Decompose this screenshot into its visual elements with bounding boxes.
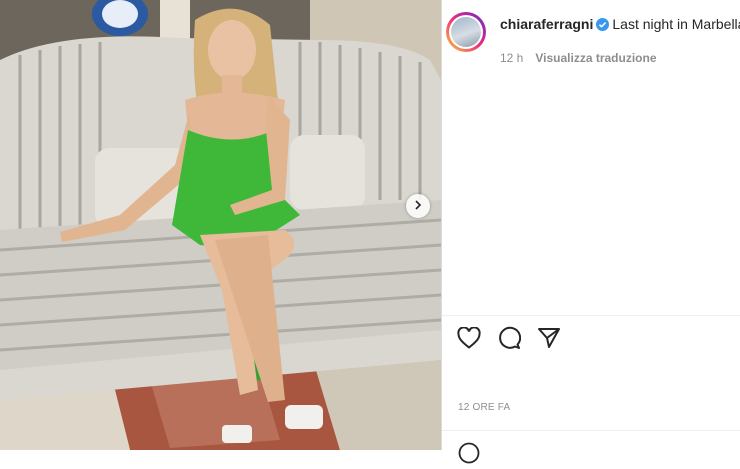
post-photo <box>0 0 441 450</box>
username-link[interactable]: chiaraferragni <box>500 16 593 32</box>
paper-plane-icon <box>537 327 561 354</box>
actions-divider <box>442 315 740 316</box>
avatar-image <box>451 17 481 47</box>
caption-text: Last night in Marbella <box>612 16 740 32</box>
avatar[interactable] <box>446 12 486 52</box>
post-timestamp: 12 ORE FA <box>458 402 511 413</box>
chevron-right-icon <box>413 197 423 215</box>
smiley-icon[interactable] <box>458 442 480 464</box>
post-side-panel: chiaraferragni Last night in Marbella 12 … <box>442 0 740 464</box>
heart-icon <box>457 325 481 354</box>
share-button[interactable] <box>536 327 562 353</box>
like-button[interactable] <box>456 325 482 354</box>
comment-bubble-icon <box>497 326 522 355</box>
next-photo-button[interactable] <box>406 194 430 218</box>
time-short: 12 h <box>500 51 524 65</box>
action-bar <box>456 325 562 355</box>
comment-divider <box>442 430 740 431</box>
verified-badge-icon <box>596 18 610 34</box>
caption: chiaraferragni Last night in Marbella <box>500 16 740 34</box>
translate-link[interactable]: Visualizza traduzione <box>535 51 656 65</box>
caption-meta: 12 h Visualizza traduzione <box>500 51 657 65</box>
comment-button[interactable] <box>496 326 522 355</box>
